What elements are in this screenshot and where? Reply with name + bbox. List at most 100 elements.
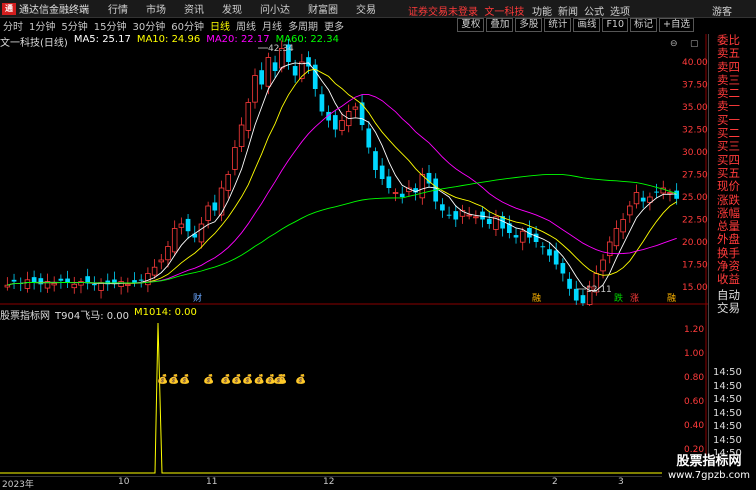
candle[interactable] (440, 204, 445, 211)
candle[interactable] (547, 249, 552, 256)
candle[interactable] (118, 281, 124, 287)
candle[interactable] (352, 106, 359, 110)
event-mark-rise[interactable]: 涨 (630, 293, 639, 304)
tab-monthly[interactable]: 月线 (262, 18, 282, 33)
menu-function[interactable]: 功能 (532, 3, 552, 18)
candle[interactable] (580, 295, 586, 304)
candle[interactable] (379, 165, 385, 179)
menu-options[interactable]: 选项 (610, 3, 630, 18)
event-mark-fall[interactable]: 跌 (614, 293, 623, 304)
candle[interactable] (332, 115, 338, 130)
panel-item[interactable]: 交易 (709, 301, 756, 315)
panel-item[interactable]: 净资 (709, 259, 756, 273)
candle[interactable] (58, 278, 64, 281)
mark-button[interactable]: 标记 (630, 18, 658, 32)
candle[interactable] (620, 219, 626, 233)
candle[interactable] (640, 197, 646, 202)
candle[interactable] (392, 192, 399, 194)
candle[interactable] (238, 124, 245, 147)
menu-formula[interactable]: 公式 (584, 3, 604, 18)
candle[interactable] (158, 259, 165, 263)
candle[interactable] (292, 66, 298, 76)
panel-item[interactable]: 卖二 (709, 86, 756, 100)
overlay-button[interactable]: 叠加 (486, 18, 514, 32)
tab-1min[interactable]: 1分钟 (29, 18, 55, 33)
tab-multi-period[interactable]: 多周期 (288, 18, 318, 33)
event-mark-margin-2[interactable]: 融 (667, 293, 676, 304)
panel-item[interactable]: 买五 (709, 166, 756, 180)
candle[interactable] (24, 279, 31, 289)
menu-wealth[interactable]: 财富圈 (308, 1, 338, 16)
candle[interactable] (185, 218, 191, 232)
candle[interactable] (252, 75, 258, 103)
candle[interactable] (654, 191, 659, 193)
candle[interactable] (386, 176, 392, 188)
candle[interactable] (553, 250, 559, 265)
candle[interactable] (198, 223, 205, 243)
candle[interactable] (573, 288, 579, 301)
add-watchlist-button[interactable]: +自选 (659, 18, 694, 32)
candle[interactable] (446, 214, 452, 216)
candle[interactable] (567, 278, 572, 289)
candle[interactable] (466, 214, 472, 217)
candle[interactable] (132, 280, 137, 283)
candle[interactable] (399, 193, 405, 197)
f10-button[interactable]: F10 (602, 18, 629, 32)
menu-quotes[interactable]: 行情 (108, 1, 128, 16)
candle[interactable] (245, 102, 252, 131)
tab-weekly[interactable]: 周线 (236, 18, 256, 33)
panel-item[interactable]: 卖五 (709, 46, 756, 60)
candle[interactable] (613, 228, 620, 247)
candle[interactable] (171, 228, 178, 253)
event-mark-margin-1[interactable]: 融 (532, 293, 541, 304)
panel-item[interactable]: 卖三 (709, 73, 756, 87)
panel-item[interactable]: 买四 (709, 153, 756, 167)
candle[interactable] (674, 190, 679, 199)
candle[interactable] (212, 202, 218, 211)
panel-item[interactable]: 收益 (709, 273, 756, 287)
menu-trade[interactable]: 交易 (356, 1, 376, 16)
candle[interactable] (92, 283, 97, 286)
candle[interactable] (366, 128, 372, 148)
tab-30min[interactable]: 30分钟 (132, 18, 165, 33)
candle[interactable] (259, 70, 265, 85)
candle[interactable] (138, 279, 144, 281)
candle[interactable] (205, 205, 211, 221)
panel-item[interactable]: 卖一 (709, 100, 756, 114)
candle[interactable] (600, 259, 606, 272)
candle[interactable] (519, 230, 526, 243)
menu-discover[interactable]: 发现 (222, 1, 242, 16)
tab-60min[interactable]: 60分钟 (171, 18, 204, 33)
candle[interactable] (225, 174, 231, 191)
draw-line-button[interactable]: 画线 (573, 18, 601, 32)
tab-5min[interactable]: 5分钟 (61, 18, 87, 33)
panel-item[interactable]: 买一 (709, 113, 756, 127)
menu-guest[interactable]: 游客 (712, 3, 732, 18)
panel-item[interactable]: 买三 (709, 140, 756, 154)
event-mark-finance[interactable]: 财 (193, 292, 202, 304)
tab-daily[interactable]: 日线 (210, 18, 230, 33)
candle[interactable] (71, 283, 78, 289)
menu-news[interactable]: 资讯 (184, 1, 204, 16)
panel-item[interactable]: 换手 (709, 246, 756, 260)
candle[interactable] (480, 211, 485, 220)
tab-more[interactable]: 更多 (324, 18, 344, 33)
indicator-chart[interactable]: 1.201.000.800.600.400.20 💰💰💰 💰 💰💰💰💰💰💰 💰 … (0, 305, 708, 476)
candle[interactable] (272, 62, 278, 71)
candle[interactable] (339, 120, 345, 131)
candle[interactable] (165, 246, 171, 261)
multi-stock-button[interactable]: 多股 (515, 18, 543, 32)
candle[interactable] (145, 273, 151, 286)
candle[interactable] (667, 192, 673, 194)
candle[interactable] (486, 218, 492, 224)
candle[interactable] (540, 246, 546, 248)
restore-rights-button[interactable]: 夏权 (457, 18, 485, 32)
panel-item[interactable]: 涨跌 (709, 193, 756, 207)
candle[interactable] (51, 282, 57, 286)
menu-market[interactable]: 市场 (146, 1, 166, 16)
candle[interactable] (65, 278, 70, 283)
candle[interactable] (38, 278, 44, 285)
candle[interactable] (633, 192, 640, 205)
login-notice[interactable]: 证券交易未登录 文一科技 (408, 3, 524, 18)
tab-15min[interactable]: 15分钟 (94, 18, 127, 33)
